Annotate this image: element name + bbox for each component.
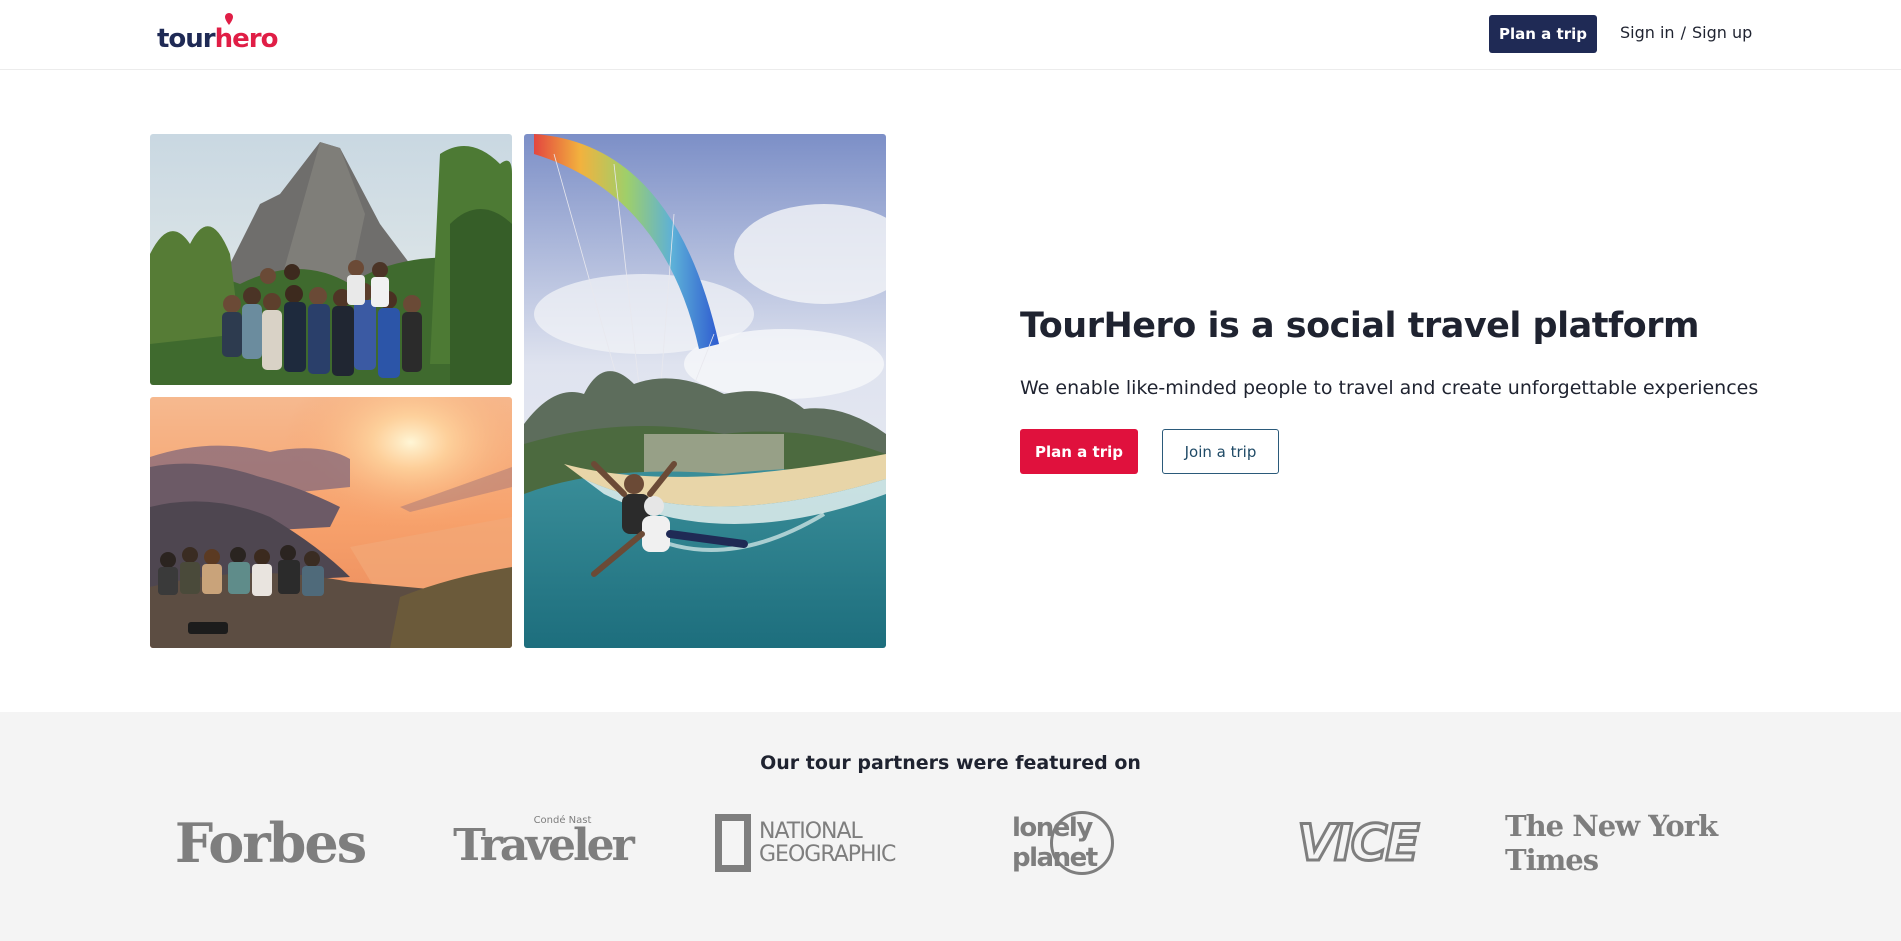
auth-separator: / — [1680, 23, 1686, 42]
conde-nast-traveler-logo: Condé Nast Traveler — [453, 808, 635, 878]
auth-links: Sign in / Sign up — [1620, 23, 1752, 42]
hero-subtitle: We enable like-minded people to travel a… — [1020, 377, 1759, 399]
vice-logo: VICE — [1296, 813, 1421, 874]
logo-text-tour: tour — [157, 24, 216, 54]
hero-title: TourHero is a social travel platform — [1020, 306, 1699, 346]
lonely-planet-ring-icon — [1050, 811, 1114, 875]
site-header: tourhero Plan a trip Sign in / Sign up — [0, 0, 1901, 70]
forbes-logo: Forbes — [174, 811, 367, 875]
natgeo-line-2: GEOGRAPHIC — [759, 842, 896, 867]
nav-plan-trip-button[interactable]: Plan a trip — [1489, 15, 1597, 53]
hero-join-trip-button[interactable]: Join a trip — [1162, 429, 1279, 474]
group-mountain-photo — [150, 134, 512, 385]
featured-title: Our tour partners were featured on — [760, 752, 1141, 774]
natgeo-line-1: NATIONAL — [759, 818, 863, 844]
sign-in-link[interactable]: Sign in — [1620, 23, 1675, 42]
logo-pin-icon — [225, 13, 233, 25]
new-york-times-logo: The New York Times — [1505, 809, 1718, 877]
logo-text-hero: hero — [214, 24, 279, 54]
sign-up-link[interactable]: Sign up — [1692, 23, 1752, 42]
paragliding-photo — [524, 134, 886, 648]
hero-plan-trip-button[interactable]: Plan a trip — [1020, 429, 1138, 474]
traveler-logo-text: Traveler — [453, 820, 635, 871]
featured-on-section: Our tour partners were featured on Forbe… — [0, 712, 1901, 941]
national-geographic-logo: NATIONAL GEOGRAPHIC — [715, 808, 915, 878]
sunset-group-photo — [150, 397, 512, 648]
lonely-planet-logo: lonely planet — [1012, 808, 1162, 878]
tourhero-logo[interactable]: tourhero — [157, 12, 279, 54]
natgeo-border-icon — [715, 814, 751, 872]
